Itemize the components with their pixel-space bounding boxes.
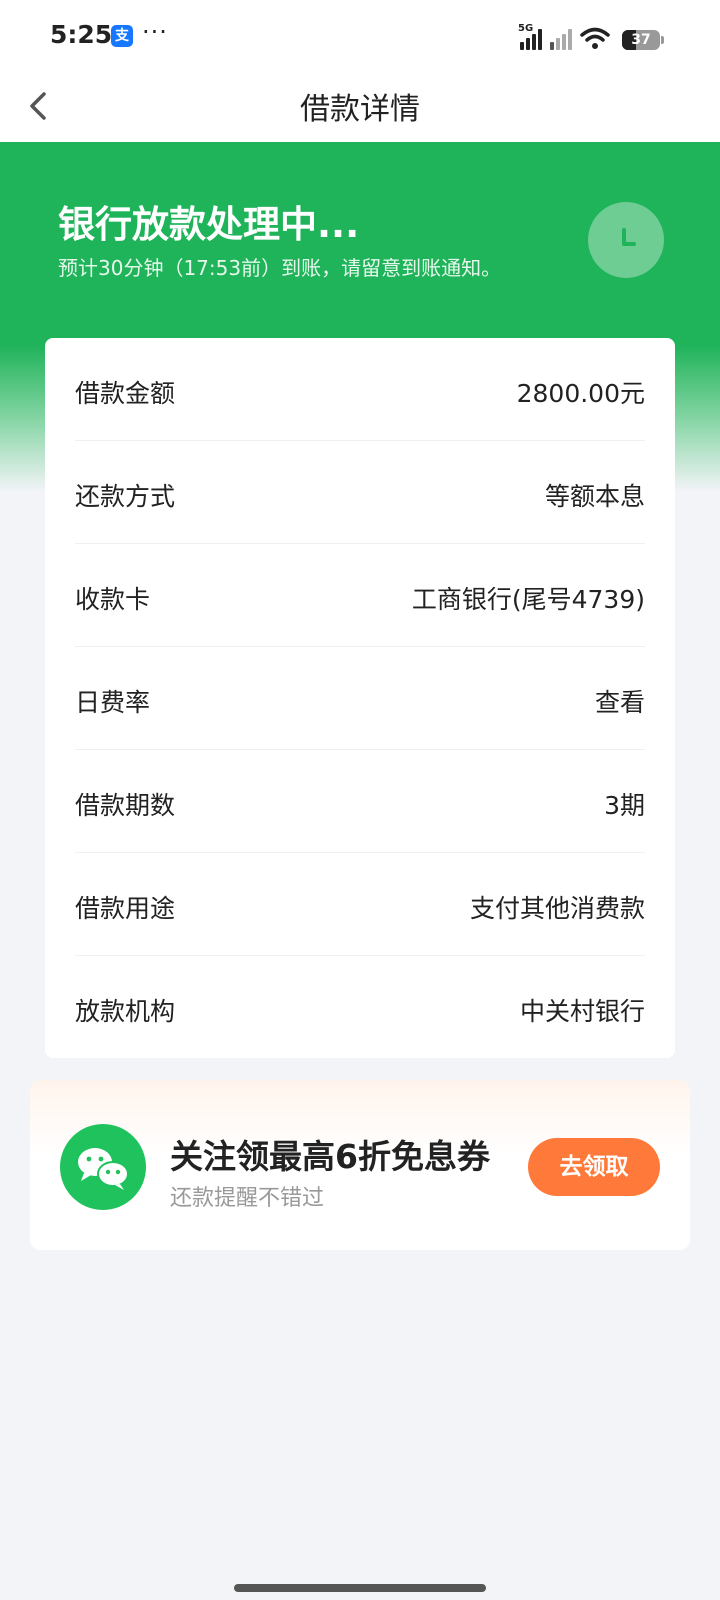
- claim-coupon-button[interactable]: 去领取: [528, 1138, 660, 1196]
- detail-label: 收款卡: [75, 585, 151, 614]
- loan-detail-card: 借款金额 2800.00元 还款方式 等额本息 收款卡 工商银行(尾号4739)…: [45, 338, 675, 1058]
- wechat-follow-promo: 关注领最高6折免息券 还款提醒不错过 去领取: [30, 1080, 690, 1250]
- detail-row-amount: 借款金额 2800.00元: [75, 338, 645, 441]
- detail-value: 3期: [604, 791, 645, 820]
- detail-label: 借款金额: [75, 379, 176, 408]
- detail-value: 2800.00元: [516, 379, 645, 408]
- promo-subtitle: 还款提醒不错过: [170, 1186, 325, 1211]
- detail-row-periods: 借款期数 3期: [75, 750, 645, 853]
- alipay-notification-icon: 支: [111, 25, 133, 47]
- detail-label: 放款机构: [75, 997, 176, 1026]
- home-indicator[interactable]: [234, 1584, 486, 1592]
- page-title: 借款详情: [300, 92, 420, 127]
- detail-value: 中关村银行: [519, 997, 645, 1026]
- status-bar: 5:25 支 ··· 5G 37: [0, 0, 720, 72]
- view-rate-link[interactable]: 查看: [595, 683, 645, 719]
- status-icons: 5G 37: [518, 22, 664, 50]
- more-notifications-icon: ···: [142, 18, 168, 46]
- detail-label: 借款期数: [75, 791, 176, 820]
- loan-status-title: 银行放款处理中...: [58, 203, 360, 246]
- detail-value: 支付其他消费款: [469, 894, 645, 923]
- wechat-icon: [60, 1124, 146, 1210]
- signal-5g-icon: 5G: [518, 23, 542, 50]
- signal-sim2-icon: [550, 29, 572, 50]
- detail-row-purpose: 借款用途 支付其他消费款: [75, 853, 645, 956]
- battery-level: 37: [631, 32, 651, 48]
- clock-icon: [588, 202, 664, 278]
- detail-row-daily-rate[interactable]: 日费率 查看: [75, 647, 645, 750]
- promo-title: 关注领最高6折免息券: [170, 1137, 490, 1176]
- detail-label: 借款用途: [75, 894, 176, 923]
- battery-icon: 37: [622, 30, 664, 50]
- detail-row-receiving-card: 收款卡 工商银行(尾号4739): [75, 544, 645, 647]
- wifi-icon: [580, 27, 610, 49]
- detail-row-repayment-method: 还款方式 等额本息: [75, 441, 645, 544]
- detail-label: 还款方式: [75, 482, 176, 511]
- loan-status-subtitle: 预计30分钟（17:53前）到账，请留意到账通知。: [58, 256, 502, 280]
- nav-bar: 借款详情: [0, 72, 720, 142]
- detail-row-lender: 放款机构 中关村银行: [75, 956, 645, 1059]
- detail-value: 等额本息: [544, 482, 645, 511]
- network-type-label: 5G: [518, 23, 534, 34]
- status-time: 5:25: [50, 20, 113, 49]
- detail-label: 日费率: [75, 688, 151, 717]
- detail-value: 工商银行(尾号4739): [411, 585, 645, 614]
